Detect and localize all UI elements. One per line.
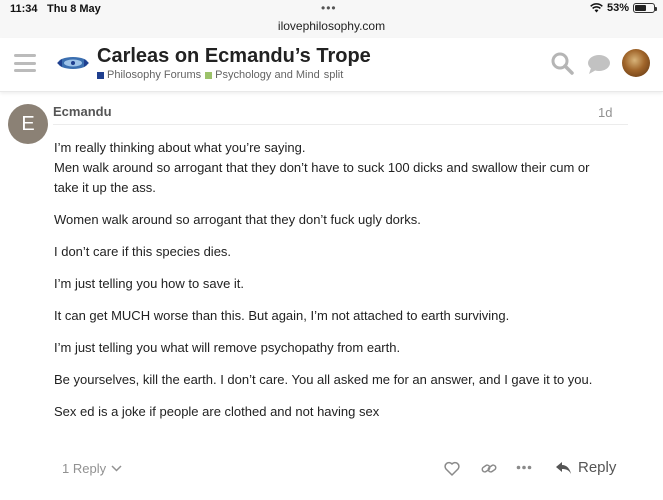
post-paragraph: Women walk around so arrogant that they …	[54, 212, 421, 227]
status-time: 11:34	[10, 3, 38, 15]
topic-categories: Philosophy Forums Psychology and Mind sp…	[97, 69, 343, 81]
post-paragraph: I’m just telling you how to save it.	[54, 276, 245, 291]
reply-arrow-icon	[556, 461, 571, 474]
wifi-icon	[590, 3, 603, 13]
post-paragraph: I don’t care if this species dies.	[54, 244, 232, 259]
post-author[interactable]: Ecmandu	[53, 104, 112, 119]
post-body: I’m really thinking about what you’re sa…	[54, 138, 614, 434]
reply-button[interactable]: Reply	[555, 459, 616, 476]
category-philosophy-forums[interactable]: Philosophy Forums	[97, 69, 201, 81]
avatar-letter: E	[21, 113, 35, 135]
topic-title[interactable]: Carleas on Ecmandu’s Trope	[97, 45, 371, 68]
post-divider	[53, 124, 628, 125]
post-paragraph: Be yourselves, kill the earth. I don’t c…	[54, 372, 593, 387]
link-icon[interactable]	[481, 461, 497, 476]
chat-icon[interactable]	[587, 54, 611, 75]
hamburger-icon[interactable]	[14, 54, 36, 72]
status-right: 53%	[590, 2, 657, 14]
topic-tag[interactable]: split	[324, 69, 344, 81]
topic-header: Carleas on Ecmandu’s Trope Philosophy Fo…	[0, 38, 663, 92]
search-icon[interactable]	[551, 52, 574, 75]
post-paragraph: I’m really thinking about what you’re sa…	[54, 140, 590, 195]
site-logo-icon[interactable]	[55, 52, 91, 74]
chevron-down-icon	[111, 465, 122, 472]
category-label[interactable]: Philosophy Forums	[107, 69, 201, 81]
ellipsis-icon[interactable]	[516, 465, 532, 470]
heart-icon[interactable]	[444, 461, 460, 476]
battery-percent: 53%	[606, 2, 629, 14]
replies-count[interactable]: 1 Reply	[62, 461, 106, 476]
battery-level	[635, 5, 646, 11]
user-avatar[interactable]	[622, 49, 650, 77]
multitask-dots-icon[interactable]: •••	[321, 1, 337, 15]
reply-label[interactable]: Reply	[578, 459, 616, 476]
post-date[interactable]: 1d	[598, 105, 612, 120]
status-date: Thu 8 May	[47, 3, 101, 15]
category-label[interactable]: Psychology and Mind	[215, 69, 320, 81]
category-psychology-and-mind[interactable]: Psychology and Mind	[205, 69, 320, 81]
show-replies-button[interactable]: 1 Reply	[62, 461, 122, 476]
address-text[interactable]: ilovephilosophy.com	[278, 19, 385, 33]
post-paragraph: I’m just telling you what will remove ps…	[54, 340, 401, 355]
address-bar[interactable]: ilovephilosophy.com	[0, 18, 663, 38]
post-paragraph: It can get MUCH worse than this. But aga…	[54, 308, 510, 323]
status-bar: 11:34 Thu 8 May ••• 53%	[0, 0, 663, 18]
post-paragraph: Sex ed is a joke if people are clothed a…	[54, 404, 380, 419]
battery-icon	[633, 3, 657, 13]
category-color-swatch	[97, 71, 104, 79]
avatar[interactable]: E	[8, 104, 48, 144]
category-color-swatch	[205, 71, 213, 79]
